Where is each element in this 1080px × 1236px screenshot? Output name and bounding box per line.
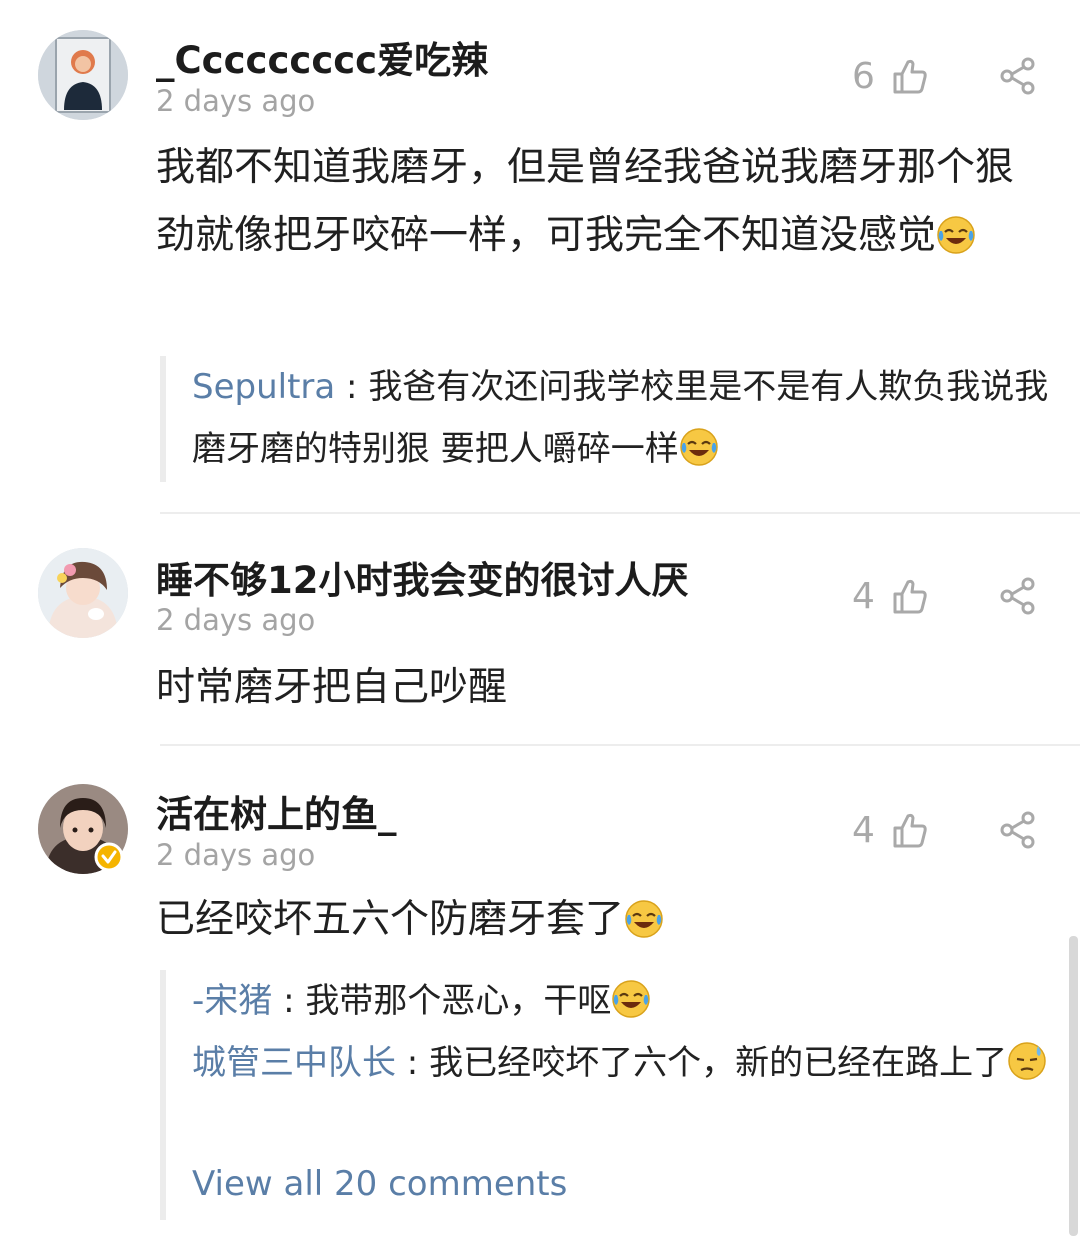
- comment-text: 时常磨牙把自己吵醒: [156, 665, 508, 710]
- like-count: 4: [852, 810, 875, 851]
- comment-text: 我都不知道我磨牙，但是曾经我爸说我磨牙那个狠劲就像把牙咬碎一样，可我完全不知道没…: [156, 134, 1036, 270]
- timestamp: 2 days ago: [156, 603, 316, 637]
- verified-badge-icon: [94, 842, 124, 872]
- timestamp: 2 days ago: [156, 838, 316, 872]
- divider: [160, 744, 1080, 746]
- share-icon[interactable]: [998, 576, 1038, 616]
- reply-thread: -宋猪 : 我带那个恶心，干呕 城管三中队长 : 我已经咬坏了六个，新的已经在路…: [160, 970, 1056, 1220]
- reply-item: Sepultra : 我爸有次还问我学校里是不是有人欺负我说我磨牙磨的特别狠 要…: [192, 356, 1052, 480]
- reply-text: 我带那个恶心，干呕: [305, 981, 612, 1021]
- divider: [160, 512, 1080, 514]
- comment-text-content: 已经咬坏五六个防磨牙套了: [156, 897, 625, 942]
- reply-text: 我已经咬坏了六个，新的已经在路上了: [429, 1043, 1008, 1083]
- laugh-cry-emoji: [679, 427, 719, 467]
- reply-item: -宋猪 : 我带那个恶心，干呕: [192, 970, 1052, 1032]
- username[interactable]: 活在树上的鱼_: [156, 784, 397, 838]
- thumbs-up-icon[interactable]: [890, 56, 930, 96]
- username[interactable]: _Ccccccccc爱吃辣: [156, 30, 488, 84]
- username[interactable]: 睡不够12小时我会变的很讨人厌: [156, 550, 689, 604]
- laugh-cry-emoji: [936, 215, 976, 255]
- thumbs-up-icon[interactable]: [890, 810, 930, 850]
- reply-separator: :: [335, 367, 369, 407]
- comment-text-content: 我都不知道我磨牙，但是曾经我爸说我磨牙那个狠劲就像把牙咬碎一样，可我完全不知道没…: [156, 145, 1015, 258]
- timestamp: 2 days ago: [156, 84, 316, 118]
- thumbs-up-icon[interactable]: [890, 576, 930, 616]
- reply-author[interactable]: -宋猪: [192, 981, 272, 1021]
- reply-author[interactable]: 城管三中队长: [192, 1043, 396, 1083]
- share-icon[interactable]: [998, 810, 1038, 850]
- avatar[interactable]: [38, 30, 128, 120]
- sweat-emoji: [1007, 1041, 1047, 1081]
- comment-text: 已经咬坏五六个防磨牙套了: [156, 886, 1036, 954]
- scrollbar[interactable]: [1069, 936, 1078, 1236]
- laugh-cry-emoji: [611, 979, 651, 1019]
- reply-separator: :: [396, 1043, 430, 1083]
- like-count: 6: [852, 56, 875, 97]
- share-icon[interactable]: [998, 56, 1038, 96]
- avatar[interactable]: [38, 548, 128, 638]
- like-count: 4: [852, 576, 875, 617]
- reply-author[interactable]: Sepultra: [192, 367, 335, 407]
- reply-item: 城管三中队长 : 我已经咬坏了六个，新的已经在路上了: [192, 1032, 1052, 1094]
- laugh-cry-emoji: [624, 899, 664, 939]
- reply-thread: Sepultra : 我爸有次还问我学校里是不是有人欺负我说我磨牙磨的特别狠 要…: [160, 356, 1056, 482]
- reply-separator: :: [272, 981, 306, 1021]
- view-all-comments-link[interactable]: View all 20 comments: [192, 1164, 567, 1204]
